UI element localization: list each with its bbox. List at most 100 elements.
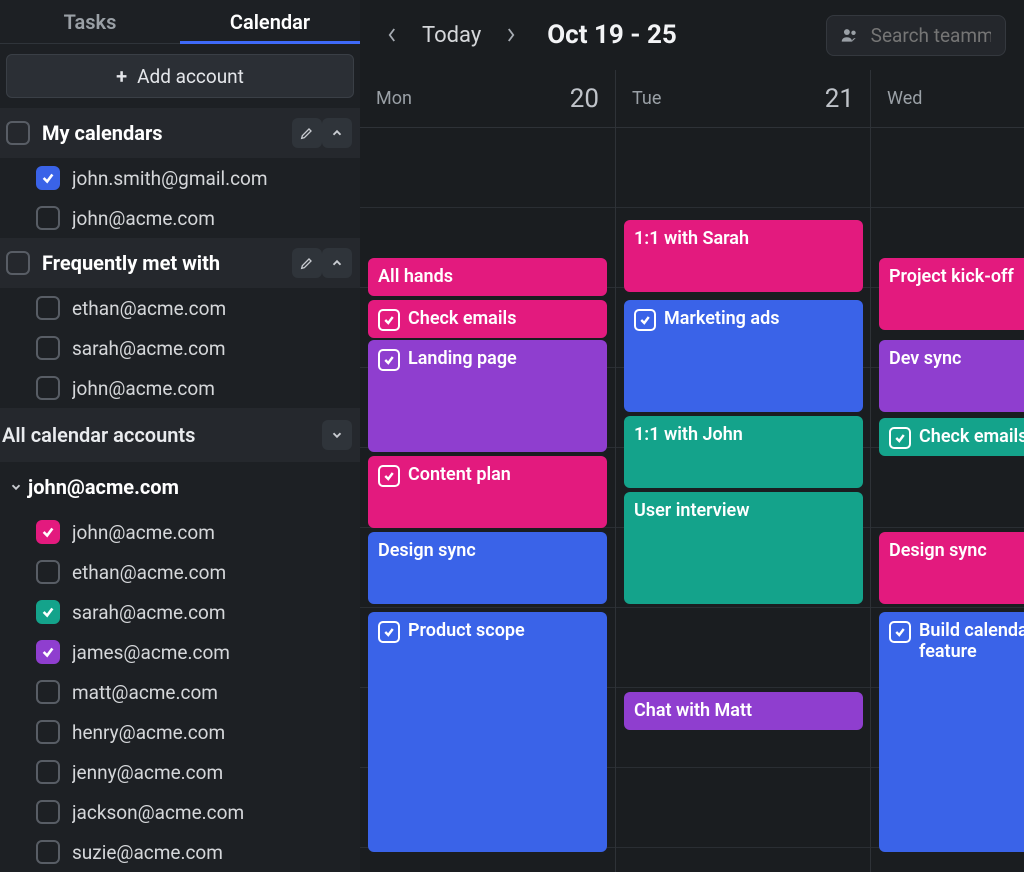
my-calendars-title: My calendars (42, 121, 286, 145)
event-title: Design sync (378, 540, 476, 561)
event-task-checkbox[interactable] (378, 309, 400, 331)
my-calendars-master-checkbox[interactable] (6, 121, 30, 145)
calendar-event[interactable]: Content plan (368, 456, 607, 528)
calendar-item-label: james@acme.com (72, 641, 230, 664)
event-task-checkbox[interactable] (378, 621, 400, 643)
calendar-item[interactable]: ethan@acme.com (0, 288, 360, 328)
day-column-mon: Mon 20 All hands Check emails Landing page… (360, 70, 615, 872)
calendar-event[interactable]: Check emails (368, 300, 607, 338)
calendar-event[interactable]: Chat with Matt (624, 692, 863, 730)
calendar-checkbox[interactable] (36, 560, 60, 584)
edit-my-calendars-button[interactable] (292, 118, 322, 148)
day-header: Tue 21 (616, 70, 870, 128)
calendar-item[interactable]: matt@acme.com (0, 672, 360, 712)
frequently-met-master-checkbox[interactable] (6, 251, 30, 275)
event-task-checkbox[interactable] (634, 309, 656, 331)
calendar-item[interactable]: john@acme.com (0, 198, 360, 238)
calendar-checkbox[interactable] (36, 640, 60, 664)
calendar-event[interactable]: Product scope (368, 612, 607, 852)
calendar-checkbox[interactable] (36, 680, 60, 704)
event-title: User interview (634, 500, 749, 521)
event-task-checkbox[interactable] (378, 465, 400, 487)
event-title: Build calendar feature (919, 620, 1024, 662)
collapse-my-calendars-button[interactable] (322, 118, 352, 148)
calendar-checkbox[interactable] (36, 336, 60, 360)
prev-week-button[interactable] (378, 21, 406, 49)
calendar-grid: Mon 20 All hands Check emails Landing page… (360, 70, 1024, 872)
event-title: Dev sync (889, 348, 961, 369)
calendar-event[interactable]: Build calendar feature (879, 612, 1024, 852)
add-account-button[interactable]: + Add account (6, 54, 354, 98)
calendar-item[interactable]: john@acme.com (0, 512, 360, 552)
day-header: Wed (871, 70, 1024, 128)
calendar-item[interactable]: ethan@acme.com (0, 552, 360, 592)
calendar-event[interactable]: Landing page (368, 340, 607, 452)
calendar-event[interactable]: Project kick-off (879, 258, 1024, 330)
calendar-checkbox[interactable] (36, 600, 60, 624)
calendar-event[interactable]: 1:1 with Sarah (624, 220, 863, 292)
calendar-main: Today Oct 19 - 25 Mon 20 All handsCheck … (360, 0, 1024, 872)
next-week-button[interactable] (497, 21, 525, 49)
calendar-item[interactable]: sarah@acme.com (0, 328, 360, 368)
event-title: Content plan (408, 464, 511, 485)
calendar-event[interactable]: Check emails (879, 418, 1024, 456)
account-header[interactable]: john@acme.com (0, 462, 360, 512)
calendar-event[interactable]: All hands (368, 258, 607, 296)
section-frequently-met[interactable]: Frequently met with (0, 238, 360, 288)
calendar-item-label: john@acme.com (72, 521, 215, 544)
calendar-event[interactable]: Design sync (879, 532, 1024, 604)
day-slots[interactable]: 1:1 with Sarah Marketing ads1:1 with John… (616, 128, 870, 872)
calendar-event[interactable]: User interview (624, 492, 863, 604)
tab-calendar[interactable]: Calendar (180, 0, 360, 43)
calendar-checkbox[interactable] (36, 720, 60, 744)
calendar-item[interactable]: henry@acme.com (0, 712, 360, 752)
calendar-checkbox[interactable] (36, 760, 60, 784)
event-title: Check emails (408, 308, 516, 329)
section-all-accounts[interactable]: All calendar accounts (0, 408, 360, 462)
day-slots[interactable]: All hands Check emails Landing page Content… (360, 128, 615, 872)
calendar-item[interactable]: james@acme.com (0, 632, 360, 672)
calendar-checkbox[interactable] (36, 840, 60, 864)
calendar-item-label: henry@acme.com (72, 721, 225, 744)
calendar-item-label: sarah@acme.com (72, 601, 226, 624)
event-task-checkbox[interactable] (889, 621, 911, 643)
calendar-event[interactable]: 1:1 with John (624, 416, 863, 488)
today-button[interactable]: Today (422, 23, 481, 48)
event-title: Design sync (889, 540, 987, 561)
event-title: Product scope (408, 620, 525, 641)
event-task-checkbox[interactable] (889, 427, 911, 449)
day-number: 20 (570, 84, 599, 114)
event-title: Project kick-off (889, 266, 1014, 287)
tab-tasks[interactable]: Tasks (0, 0, 180, 43)
calendar-item[interactable]: jackson@acme.com (0, 792, 360, 832)
calendar-checkbox[interactable] (36, 206, 60, 230)
calendar-checkbox[interactable] (36, 800, 60, 824)
calendar-event[interactable]: Dev sync (879, 340, 1024, 412)
collapse-all-accounts-button[interactable] (322, 420, 352, 450)
collapse-frequently-met-button[interactable] (322, 248, 352, 278)
calendar-checkbox[interactable] (36, 376, 60, 400)
event-task-checkbox[interactable] (378, 349, 400, 371)
calendar-item[interactable]: john@acme.com (0, 368, 360, 408)
calendar-event[interactable]: Design sync (368, 532, 607, 604)
frequently-met-title: Frequently met with (42, 251, 286, 275)
calendar-item[interactable]: sarah@acme.com (0, 592, 360, 632)
edit-frequently-met-button[interactable] (292, 248, 322, 278)
day-name: Mon (376, 88, 570, 109)
event-title: 1:1 with Sarah (634, 228, 749, 249)
event-title: Landing page (408, 348, 517, 369)
day-column-wed: Wed Project kick-off Dev sync Check emails… (870, 70, 1024, 872)
section-my-calendars[interactable]: My calendars (0, 108, 360, 158)
calendar-item[interactable]: jenny@acme.com (0, 752, 360, 792)
calendar-checkbox[interactable] (36, 296, 60, 320)
calendar-item[interactable]: suzie@acme.com (0, 832, 360, 872)
calendar-checkbox[interactable] (36, 166, 60, 190)
calendar-event[interactable]: Marketing ads (624, 300, 863, 412)
teammate-search[interactable] (826, 15, 1006, 56)
calendar-item-label: jackson@acme.com (72, 801, 244, 824)
calendar-checkbox[interactable] (36, 520, 60, 544)
expand-account-button[interactable] (4, 472, 28, 502)
calendar-item[interactable]: john.smith@gmail.com (0, 158, 360, 198)
teammate-search-input[interactable] (871, 24, 991, 47)
day-slots[interactable]: Project kick-off Dev sync Check emails Desi… (871, 128, 1024, 872)
